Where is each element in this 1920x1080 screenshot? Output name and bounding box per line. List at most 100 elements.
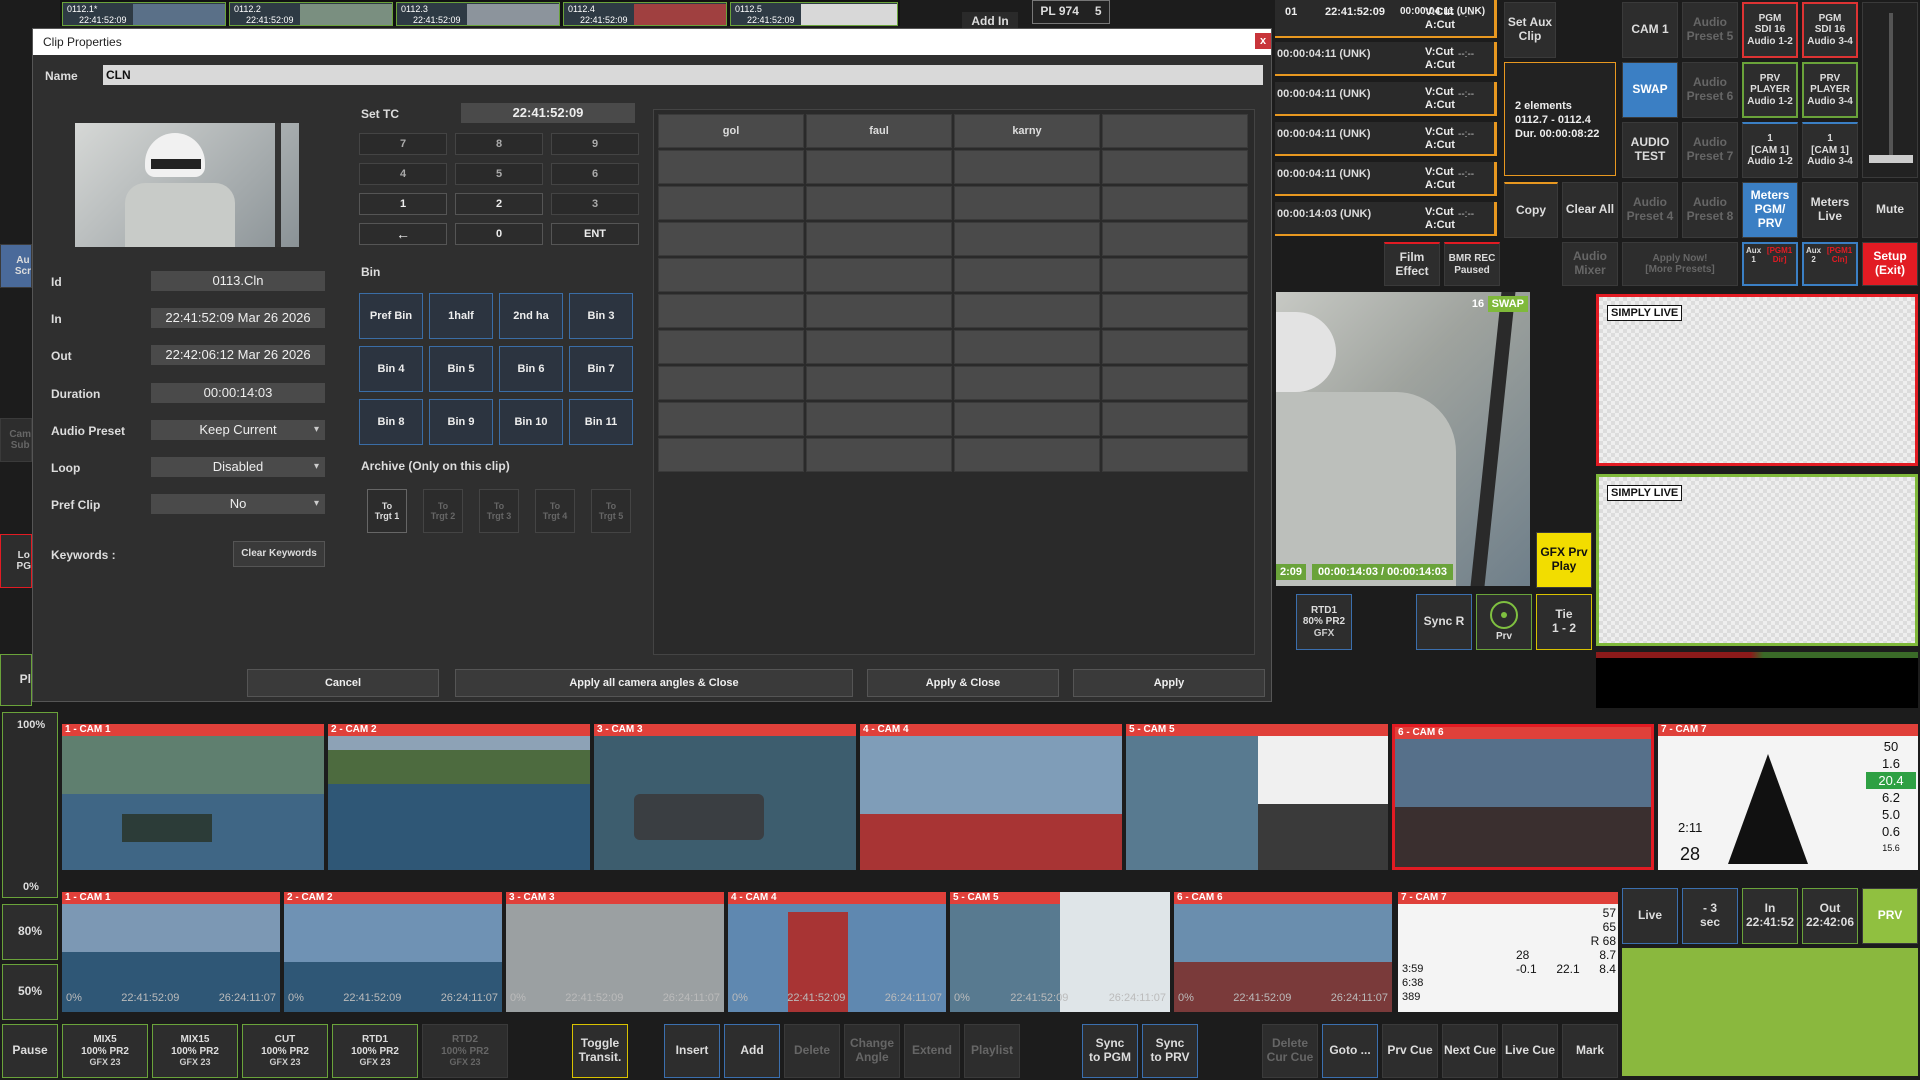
out-point-button[interactable]: Out 22:42:06 (1802, 888, 1858, 944)
live-cue-button[interactable]: Live Cue (1502, 1024, 1558, 1078)
audio-preset-7-button[interactable]: Audio Preset 7 (1682, 122, 1738, 178)
key-4[interactable]: 4 (359, 163, 447, 185)
keyword-cell[interactable] (954, 258, 1100, 292)
cam-top-1[interactable]: 1 - CAM 1 (62, 724, 324, 870)
keyword-cell[interactable] (954, 150, 1100, 184)
archive-target-5-button[interactable]: To Trgt 5 (591, 489, 631, 533)
keyword-cell[interactable] (658, 366, 804, 400)
delete-cur-cue-button[interactable]: Delete Cur Cue (1262, 1024, 1318, 1078)
copy-button[interactable]: Copy (1504, 182, 1558, 238)
keyword-cell[interactable] (1102, 402, 1248, 436)
tie-button[interactable]: Tie 1 - 2 (1536, 594, 1592, 650)
cam-bottom-6[interactable]: 6 - CAM 6 0% 22:41:52:09 26:24:11:07 (1174, 892, 1392, 1012)
clear-keywords-button[interactable]: Clear Keywords (233, 541, 325, 567)
cancel-button[interactable]: Cancel (247, 669, 439, 697)
archive-target-2-button[interactable]: To Trgt 2 (423, 489, 463, 533)
keyword-cell[interactable] (806, 294, 952, 328)
bin-10-button[interactable]: Bin 10 (499, 399, 563, 445)
keyword-cell[interactable] (658, 294, 804, 328)
left-lo-button[interactable]: Lo PG (0, 534, 32, 588)
sync-r-button[interactable]: Sync R (1416, 594, 1472, 650)
keyword-cell[interactable] (1102, 150, 1248, 184)
aux1-button[interactable]: Aux 1 [PGM1 Dir] (1742, 242, 1798, 286)
audio-preset-8-button[interactable]: Audio Preset 8 (1682, 182, 1738, 238)
mix5-button[interactable]: MIX5 100% PR2 GFX 23 (62, 1024, 148, 1078)
cam-top-7[interactable]: 7 - CAM 7 50 1.6 20.4 6.2 5.0 0.6 15.6 2:11 28 (1658, 724, 1918, 870)
bin-7-button[interactable]: Bin 7 (569, 346, 633, 392)
delete-button[interactable]: Delete (784, 1024, 840, 1078)
keyword-cell[interactable] (1102, 222, 1248, 256)
keyword-cell[interactable] (658, 402, 804, 436)
volume-fader[interactable] (1862, 2, 1918, 178)
archive-target-3-button[interactable]: To Trgt 3 (479, 489, 519, 533)
keyword-cell[interactable] (658, 222, 804, 256)
bin-8-button[interactable]: Bin 8 (359, 399, 423, 445)
keyword-cell[interactable] (954, 186, 1100, 220)
keyword-cell[interactable] (658, 258, 804, 292)
keyword-cell[interactable] (954, 402, 1100, 436)
meters-live-button[interactable]: Meters Live (1802, 182, 1858, 238)
cam-bottom-5[interactable]: 5 - CAM 5 0% 22:41:52:09 26:24:11:07 (950, 892, 1170, 1012)
bin-5-button[interactable]: Bin 5 (429, 346, 493, 392)
loop-select[interactable]: Disabled (151, 457, 325, 477)
keyword-cell[interactable] (954, 294, 1100, 328)
audio-preset-select[interactable]: Keep Current (151, 420, 325, 440)
in-point-button[interactable]: In 22:41:52 (1742, 888, 1798, 944)
audio-preset-6-button[interactable]: Audio Preset 6 (1682, 62, 1738, 118)
apply-button[interactable]: Apply (1073, 669, 1265, 697)
close-icon[interactable]: x (1255, 33, 1271, 49)
keyword-cell[interactable] (806, 438, 952, 472)
apply-close-button[interactable]: Apply & Close (867, 669, 1059, 697)
bin-3-button[interactable]: Bin 3 (569, 293, 633, 339)
name-input[interactable] (103, 65, 1263, 85)
rtd2-button[interactable]: RTD2 100% PR2 GFX 23 (422, 1024, 508, 1078)
keyword-cell[interactable] (806, 330, 952, 364)
keyword-header-4[interactable] (1102, 114, 1248, 148)
cam-bottom-4[interactable]: 4 - CAM 4 0% 22:41:52:09 26:24:11:07 (728, 892, 946, 1012)
cam1-button[interactable]: CAM 1 (1622, 2, 1678, 58)
setup-exit-button[interactable]: Setup (Exit) (1862, 242, 1918, 286)
playlist-indicator[interactable]: PL 974 5 (1032, 0, 1110, 24)
keyword-cell[interactable] (1102, 294, 1248, 328)
prv-audio-34-button[interactable]: PRV PLAYER Audio 3-4 (1802, 62, 1858, 118)
pgm-audio-34-button[interactable]: PGM SDI 16 Audio 3-4 (1802, 2, 1858, 58)
top-clip-3[interactable]: 0112.3 22:41:52:09 (396, 2, 560, 26)
keyword-cell[interactable] (954, 366, 1100, 400)
bin-pref-button[interactable]: Pref Bin (359, 293, 423, 339)
bin-9-button[interactable]: Bin 9 (429, 399, 493, 445)
key-2[interactable]: 2 (455, 193, 543, 215)
gfx-prv-play-button[interactable]: GFX Prv Play (1536, 532, 1592, 588)
meters-pgm-prv-button[interactable]: Meters PGM/ PRV (1742, 182, 1798, 238)
bin-1half-button[interactable]: 1half (429, 293, 493, 339)
audio-test-button[interactable]: AUDIO TEST (1622, 122, 1678, 178)
cam-top-4[interactable]: 4 - CAM 4 (860, 724, 1122, 870)
mix15-button[interactable]: MIX15 100% PR2 GFX 23 (152, 1024, 238, 1078)
key-5[interactable]: 5 (455, 163, 543, 185)
pgm-audio-12-button[interactable]: PGM SDI 16 Audio 1-2 (1742, 2, 1798, 58)
left-au-button[interactable]: Au Scr (0, 244, 32, 288)
speed-slider[interactable]: 100% 0% (2, 712, 58, 898)
keyword-cell[interactable] (806, 366, 952, 400)
cam-top-3[interactable]: 3 - CAM 3 (594, 724, 856, 870)
rtd1-bottom-button[interactable]: RTD1 100% PR2 GFX 23 (332, 1024, 418, 1078)
mute-button[interactable]: Mute (1862, 182, 1918, 238)
apply-now-button[interactable]: Apply Now! [More Presets] (1622, 242, 1738, 286)
minus-3-sec-button[interactable]: - 3 sec (1682, 888, 1738, 944)
speed-80-button[interactable]: 80% (2, 904, 58, 960)
bin-4-button[interactable]: Bin 4 (359, 346, 423, 392)
add-button[interactable]: Add (724, 1024, 780, 1078)
top-clip-1[interactable]: 0112.1* 22:41:52:09 (62, 2, 226, 26)
apply-all-angles-close-button[interactable]: Apply all camera angles & Close (455, 669, 853, 697)
keyword-cell[interactable] (1102, 186, 1248, 220)
top-clip-2[interactable]: 0112.2 22:41:52:09 (229, 2, 393, 26)
cut-button[interactable]: CUT 100% PR2 GFX 23 (242, 1024, 328, 1078)
keyword-cell[interactable] (658, 186, 804, 220)
swap-button[interactable]: SWAP (1622, 62, 1678, 118)
top-clip-5[interactable]: 0112.5 22:41:52:09 (730, 2, 898, 26)
prv-button[interactable]: Prv (1476, 594, 1532, 650)
keyword-cell[interactable] (954, 222, 1100, 256)
keyword-cell[interactable] (658, 150, 804, 184)
speed-50-button[interactable]: 50% (2, 964, 58, 1020)
archive-target-4-button[interactable]: To Trgt 4 (535, 489, 575, 533)
pause-button[interactable]: Pause (2, 1024, 58, 1078)
